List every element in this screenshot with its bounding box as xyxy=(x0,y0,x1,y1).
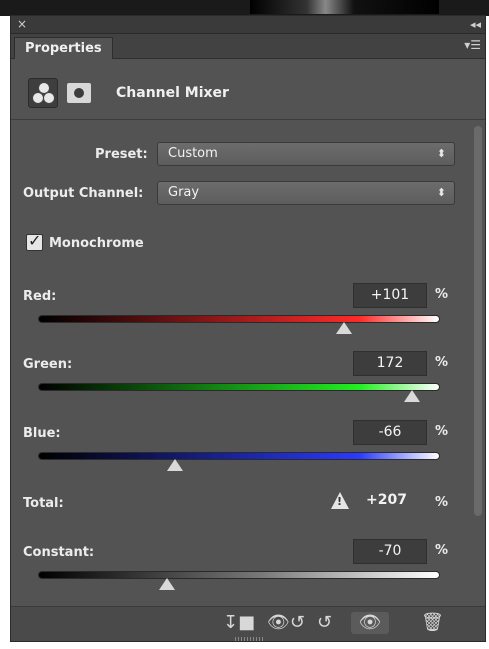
blue-percent-label: % xyxy=(435,424,449,439)
blue-label: Blue: xyxy=(23,426,61,441)
red-value-field[interactable]: +101 xyxy=(353,283,427,308)
red-slider-track[interactable] xyxy=(38,315,440,323)
total-label: Total: xyxy=(23,496,64,511)
green-slider-track[interactable] xyxy=(38,383,440,391)
view-previous-state-icon[interactable]: 👁↺ xyxy=(267,612,305,634)
blue-slider-thumb[interactable] xyxy=(166,459,183,471)
panel-menu-icon[interactable]: ▾☰ xyxy=(464,38,481,52)
panel-title-bar: × ◂◂ xyxy=(11,16,485,34)
preset-label: Preset: xyxy=(95,147,148,162)
adjustment-header: Channel Mixer xyxy=(11,59,485,120)
monochrome-label: Monochrome xyxy=(49,236,144,251)
panel-scrollbar[interactable] xyxy=(474,126,482,516)
constant-label: Constant: xyxy=(23,545,95,560)
warning-mark: ! xyxy=(337,495,343,508)
properties-panel: × ◂◂ Properties ▾☰ Channel Mixer Preset:… xyxy=(10,15,486,642)
blue-value-field[interactable]: -66 xyxy=(353,420,427,445)
constant-value-field[interactable]: -70 xyxy=(353,539,427,564)
red-percent-label: % xyxy=(435,287,449,302)
adjustment-title: Channel Mixer xyxy=(116,85,229,101)
tab-properties[interactable]: Properties xyxy=(14,37,113,59)
output-channel-value: Gray xyxy=(168,185,200,200)
delete-icon[interactable]: 🗑 xyxy=(421,612,444,634)
collapse-icon[interactable]: ◂◂ xyxy=(470,16,481,33)
preset-value: Custom xyxy=(168,146,218,161)
resize-grip-icon[interactable] xyxy=(235,637,265,641)
preset-select[interactable]: Custom ⬍ xyxy=(157,142,455,166)
checkmark-icon: ✓ xyxy=(28,231,42,250)
total-percent-label: % xyxy=(435,495,449,510)
visibility-icon[interactable]: 👁 xyxy=(351,612,389,634)
green-value-field[interactable]: 172 xyxy=(353,351,427,376)
output-channel-select[interactable]: Gray ⬍ xyxy=(157,181,455,205)
total-value: +207 xyxy=(366,492,407,508)
blue-slider-track[interactable] xyxy=(38,452,440,460)
red-slider-thumb[interactable] xyxy=(335,322,352,334)
reset-icon[interactable]: ↺ xyxy=(317,612,332,634)
layer-mask-icon[interactable] xyxy=(67,83,91,103)
tab-bar: Properties ▾☰ xyxy=(11,34,485,59)
select-arrows-icon: ⬍ xyxy=(436,147,446,160)
background-canvas-strip xyxy=(0,0,489,16)
constant-percent-label: % xyxy=(435,543,449,558)
green-percent-label: % xyxy=(435,355,449,370)
monochrome-checkbox[interactable]: ✓ xyxy=(26,231,43,251)
panel-footer-toolbar: ↧■ 👁↺ ↺ 👁 🗑 xyxy=(11,606,485,641)
photo-canvas-fragment xyxy=(250,0,439,14)
close-icon[interactable]: × xyxy=(17,16,27,33)
constant-slider-thumb[interactable] xyxy=(158,578,175,590)
select-arrows-icon: ⬍ xyxy=(436,186,446,199)
adjustment-layer-icon[interactable] xyxy=(28,78,58,108)
output-channel-label: Output Channel: xyxy=(23,186,144,201)
green-slider-thumb[interactable] xyxy=(403,390,420,402)
red-label: Red: xyxy=(23,289,57,304)
green-label: Green: xyxy=(23,357,73,372)
clip-to-layer-icon[interactable]: ↧■ xyxy=(223,612,255,634)
constant-slider-track[interactable] xyxy=(38,571,440,579)
